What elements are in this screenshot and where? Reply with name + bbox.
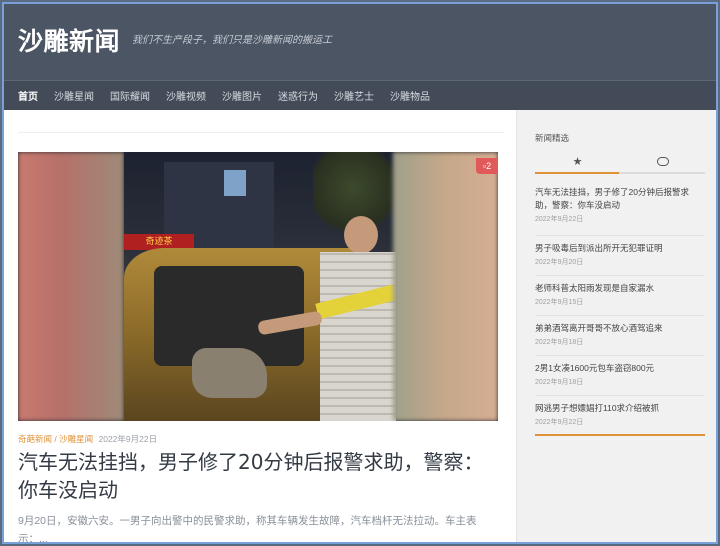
news-title[interactable]: 老师科普太阳雨发现是自家漏水 — [535, 282, 705, 295]
post-meta: 奇葩新闻 / 沙雕星闻 2022年9月22日 — [18, 433, 157, 445]
news-list: 汽车无法挂挡，男子修了20分钟后报警求助，警察：你车没启动 2022年9月22日… — [535, 184, 705, 436]
list-item[interactable]: 弟弟酒驾离开哥哥不放心酒驾追来 2022年9月18日 — [535, 316, 705, 356]
main-content: 奇迹茶 ▫2 奇葩新闻 / 沙雕星闻 2022年9月22日 汽车无法挂挡，男子修… — [4, 110, 516, 544]
man — [257, 216, 397, 421]
nav-item-star-news[interactable]: 沙雕星闻 — [54, 88, 94, 103]
main-nav: 首页 沙雕星闻 国际耀闻 沙雕视频 沙雕图片 迷惑行为 沙雕艺士 沙雕物品 — [4, 80, 716, 110]
nav-item-artists[interactable]: 沙雕艺士 — [334, 88, 374, 103]
news-date: 2022年9月22日 — [535, 216, 584, 223]
nav-item-home[interactable]: 首页 — [18, 88, 38, 103]
window — [224, 170, 246, 196]
news-title[interactable]: 2男1女凑1600元包车盗窃800元 — [535, 362, 705, 375]
nav-item-images[interactable]: 沙雕图片 — [222, 88, 262, 103]
man-shirt — [320, 252, 396, 421]
post-thumbnail[interactable]: 奇迹茶 ▫2 — [18, 152, 498, 421]
site-tagline: 我们不生产段子，我们只是沙雕新闻的搬运工 — [132, 35, 332, 46]
list-item[interactable]: 汽车无法挂挡，男子修了20分钟后报警求助，警察：你车没启动 2022年9月22日 — [535, 184, 705, 236]
photo-scene: 奇迹茶 — [124, 152, 397, 421]
news-title[interactable]: 汽车无法挂挡，男子修了20分钟后报警求助，警察：你车没启动 — [535, 186, 705, 212]
news-title[interactable]: 弟弟酒驾离开哥哥不放心酒驾追来 — [535, 322, 705, 335]
sidebar-title: 新闻精选 — [535, 133, 570, 143]
post-title[interactable]: 汽车无法挂挡，男子修了20分钟后报警求助，警察：你车没启动 — [18, 448, 488, 504]
news-date: 2022年9月15日 — [535, 299, 584, 306]
post-date: 2022年9月22日 — [98, 434, 158, 444]
news-date: 2022年9月18日 — [535, 339, 584, 346]
sidebar-tabs: ★ — [535, 150, 705, 172]
category-link-1[interactable]: 奇葩新闻 — [18, 434, 52, 444]
blurred-right-edge — [393, 152, 498, 421]
side-mirror — [192, 348, 267, 398]
blurred-left-edge — [18, 152, 124, 421]
news-title[interactable]: 网逃男子想嫖娼打110求介绍被抓 — [535, 402, 705, 415]
news-date: 2022年9月18日 — [535, 379, 584, 386]
browser-frame: 沙雕新闻 我们不生产段子，我们只是沙雕新闻的搬运工 首页 沙雕星闻 国际耀闻 沙… — [2, 2, 718, 544]
tab-comments[interactable] — [620, 150, 705, 172]
divider — [18, 132, 504, 133]
post-excerpt: 9月20日，安徽六安。一男子向出警中的民警求助，称其车辆发生故障，汽车档杆无法拉… — [18, 515, 477, 544]
site-title[interactable]: 沙雕新闻 — [18, 22, 120, 58]
list-item[interactable]: 男子吸毒后到派出所开无犯罪证明 2022年9月20日 — [535, 236, 705, 276]
list-item[interactable]: 网逃男子想嫖娼打110求介绍被抓 2022年9月22日 — [535, 396, 705, 436]
news-title[interactable]: 男子吸毒后到派出所开无犯罪证明 — [535, 242, 705, 255]
tab-indicator-active — [535, 172, 619, 174]
comments-icon — [656, 156, 669, 166]
news-date: 2022年9月20日 — [535, 259, 584, 266]
tab-popular[interactable]: ★ — [535, 150, 620, 172]
comment-count: 2 — [486, 161, 492, 171]
star-icon: ★ — [572, 155, 583, 168]
nav-item-confusing[interactable]: 迷惑行为 — [278, 88, 318, 103]
list-item[interactable]: 2男1女凑1600元包车盗窃800元 2022年9月18日 — [535, 356, 705, 396]
nav-item-international[interactable]: 国际耀闻 — [110, 88, 150, 103]
news-date: 2022年9月22日 — [535, 419, 584, 426]
comment-count-badge[interactable]: ▫2 — [476, 158, 498, 174]
nav-item-videos[interactable]: 沙雕视频 — [166, 88, 206, 103]
sidebar: 新闻精选 ★ 汽车无法挂挡，男子修了20分钟后报警求助，警察：你车没启动 202… — [516, 110, 716, 542]
list-item[interactable]: 老师科普太阳雨发现是自家漏水 2022年9月15日 — [535, 276, 705, 316]
site-header: 沙雕新闻 我们不生产段子，我们只是沙雕新闻的搬运工 — [4, 4, 716, 80]
man-head — [344, 216, 378, 254]
category-link-2[interactable]: 沙雕星闻 — [59, 434, 93, 444]
nav-item-items[interactable]: 沙雕物品 — [390, 88, 430, 103]
tab-indicator — [535, 172, 705, 174]
